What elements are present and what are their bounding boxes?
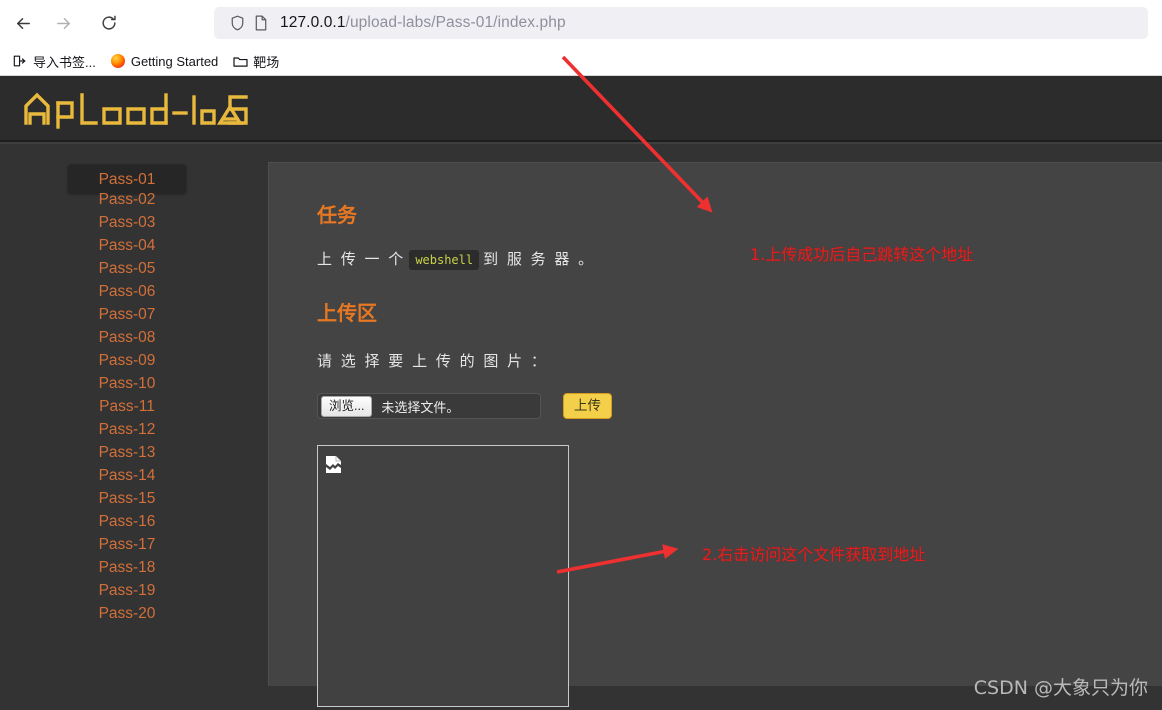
sidebar-item-pass-07[interactable]: Pass-07 bbox=[68, 303, 186, 326]
browser-toolbar: 127.0.0.1/upload-labs/Pass-01/index.php bbox=[0, 0, 1162, 46]
bookmark-label: 导入书签... bbox=[33, 54, 96, 70]
sidebar-item-pass-14[interactable]: Pass-14 bbox=[68, 464, 186, 487]
folder-icon bbox=[232, 53, 248, 69]
sidebar-list-item[interactable]: Pass-17 bbox=[0, 533, 268, 556]
sidebar-item-pass-05[interactable]: Pass-05 bbox=[68, 257, 186, 280]
sidebar-list-item[interactable]: Pass-14 bbox=[0, 464, 268, 487]
sidebar-list-item[interactable]: Pass-18 bbox=[0, 556, 268, 579]
site-logo[interactable] bbox=[22, 89, 254, 129]
reload-button[interactable] bbox=[92, 6, 126, 40]
back-button[interactable] bbox=[6, 6, 40, 40]
sidebar-list-item[interactable]: Pass-16 bbox=[0, 510, 268, 533]
sidebar-list-item[interactable]: Pass-10 bbox=[0, 372, 268, 395]
page-body: Pass-01 Pass-02 Pass-03 Pass-04 Pass-05 Pass-… bbox=[0, 144, 1162, 710]
upload-prompt: 请 选 择 要 上 传 的 图 片 ： bbox=[317, 352, 548, 370]
browser-chrome: 127.0.0.1/upload-labs/Pass-01/index.php … bbox=[0, 0, 1162, 76]
uploaded-image-preview[interactable] bbox=[317, 445, 569, 707]
webshell-code-tag: webshell bbox=[409, 250, 480, 270]
sidebar-item-pass-13[interactable]: Pass-13 bbox=[68, 441, 186, 464]
sidebar-item-pass-20[interactable]: Pass-20 bbox=[68, 602, 186, 625]
sidebar-list-item[interactable]: Pass-06 bbox=[0, 280, 268, 303]
task-heading: 任务 bbox=[317, 203, 357, 227]
browse-button[interactable]: 浏览... bbox=[321, 395, 373, 417]
sidebar-list-item[interactable]: Pass-01 bbox=[0, 165, 268, 194]
upload-heading: 上传区 bbox=[317, 301, 377, 325]
sidebar-list-item[interactable]: Pass-05 bbox=[0, 257, 268, 280]
sidebar-list-item[interactable]: Pass-12 bbox=[0, 418, 268, 441]
sidebar-item-pass-12[interactable]: Pass-12 bbox=[68, 418, 186, 441]
bookmark-folder-range[interactable]: 靶场 bbox=[226, 50, 285, 72]
sidebar-item-pass-06[interactable]: Pass-06 bbox=[68, 280, 186, 303]
sidebar-item-pass-03[interactable]: Pass-03 bbox=[68, 211, 186, 234]
sidebar-list-item[interactable]: Pass-04 bbox=[0, 234, 268, 257]
sidebar-list-item[interactable]: Pass-11 bbox=[0, 395, 268, 418]
sidebar-list-item[interactable]: Pass-07 bbox=[0, 303, 268, 326]
sidebar-menu: Pass-01 Pass-02 Pass-03 Pass-04 Pass-05 Pass-… bbox=[0, 144, 268, 625]
sidebar-item-pass-19[interactable]: Pass-19 bbox=[68, 579, 186, 602]
url-host: 127.0.0.1 bbox=[280, 14, 346, 31]
sidebar-list-item[interactable]: Pass-19 bbox=[0, 579, 268, 602]
upload-form: 浏览... 未选择文件。 上传 bbox=[317, 393, 1132, 419]
sidebar-list-item[interactable]: Pass-03 bbox=[0, 211, 268, 234]
sidebar-list-item[interactable]: Pass-08 bbox=[0, 326, 268, 349]
broken-image-icon bbox=[325, 455, 342, 474]
import-bookmarks-icon bbox=[12, 53, 28, 69]
task-text-before: 上 传 一 个 bbox=[317, 250, 406, 268]
page-icon bbox=[252, 14, 270, 32]
sidebar-list-item[interactable]: Pass-02 bbox=[0, 188, 268, 211]
sidebar-list-item[interactable]: Pass-09 bbox=[0, 349, 268, 372]
url-text: 127.0.0.1/upload-labs/Pass-01/index.php bbox=[280, 14, 566, 32]
sidebar-item-pass-15[interactable]: Pass-15 bbox=[68, 487, 186, 510]
shield-icon[interactable] bbox=[228, 14, 246, 32]
sidebar: Pass-01 Pass-02 Pass-03 Pass-04 Pass-05 Pass-… bbox=[0, 144, 268, 710]
sidebar-item-pass-18[interactable]: Pass-18 bbox=[68, 556, 186, 579]
watermark: CSDN @大象只为你 bbox=[973, 677, 1148, 699]
file-input[interactable]: 浏览... 未选择文件。 bbox=[317, 393, 541, 419]
submit-upload-button[interactable]: 上传 bbox=[563, 393, 612, 419]
sidebar-item-pass-16[interactable]: Pass-16 bbox=[68, 510, 186, 533]
bookmark-import[interactable]: 导入书签... bbox=[6, 50, 102, 72]
task-description: 上 传 一 个 webshell 到 服 务 器 。 bbox=[317, 248, 1132, 270]
task-text-after: 到 服 务 器 。 bbox=[483, 250, 596, 268]
sidebar-item-pass-08[interactable]: Pass-08 bbox=[68, 326, 186, 349]
address-bar[interactable]: 127.0.0.1/upload-labs/Pass-01/index.php bbox=[214, 7, 1148, 39]
sidebar-item-pass-04[interactable]: Pass-04 bbox=[68, 234, 186, 257]
site-header bbox=[0, 76, 1162, 142]
main-content: 任务 上 传 一 个 webshell 到 服 务 器 。 上传区 请 选 择 要 … bbox=[268, 162, 1162, 707]
sidebar-item-pass-11[interactable]: Pass-11 bbox=[68, 395, 186, 418]
sidebar-item-pass-17[interactable]: Pass-17 bbox=[68, 533, 186, 556]
bookmark-getting-started[interactable]: Getting Started bbox=[104, 50, 224, 72]
bookmark-label: Getting Started bbox=[130, 53, 219, 69]
sidebar-list-item[interactable]: Pass-20 bbox=[0, 602, 268, 625]
bookmarks-bar: 导入书签... Getting Started 靶场 bbox=[0, 46, 1162, 76]
sidebar-item-pass-09[interactable]: Pass-09 bbox=[68, 349, 186, 372]
sidebar-item-pass-10[interactable]: Pass-10 bbox=[68, 372, 186, 395]
file-name-label: 未选择文件。 bbox=[381, 400, 460, 416]
sidebar-list-item[interactable]: Pass-15 bbox=[0, 487, 268, 510]
url-path: /upload-labs/Pass-01/index.php bbox=[345, 14, 566, 31]
sidebar-item-pass-02[interactable]: Pass-02 bbox=[68, 188, 186, 211]
firefox-icon bbox=[110, 53, 126, 69]
sidebar-list-item[interactable]: Pass-13 bbox=[0, 441, 268, 464]
forward-button[interactable] bbox=[46, 6, 80, 40]
bookmark-label: 靶场 bbox=[253, 54, 280, 70]
